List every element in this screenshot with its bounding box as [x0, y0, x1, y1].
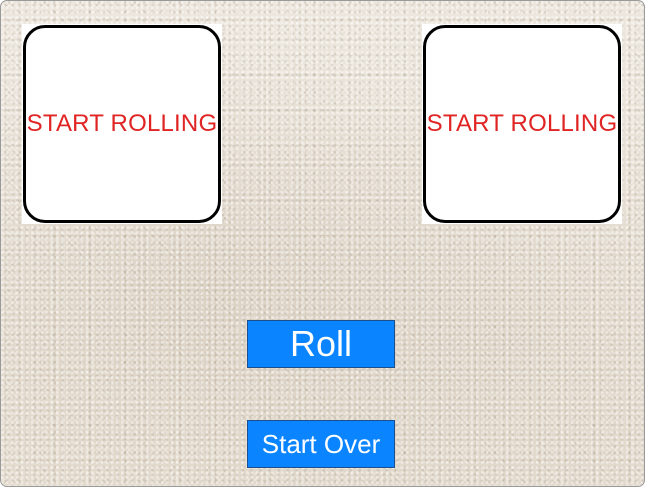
start-over-button[interactable]: Start Over	[247, 420, 395, 468]
left-die-label: START ROLLING	[26, 110, 218, 137]
roll-button-label: Roll	[289, 323, 352, 364]
right-die-frame: START ROLLING	[422, 24, 622, 224]
left-die: START ROLLING	[23, 25, 221, 223]
roll-button[interactable]: Roll	[247, 320, 395, 368]
right-die: START ROLLING	[423, 25, 621, 223]
game-window: START ROLLING START ROLLING Roll Start O…	[0, 0, 645, 487]
start-over-button-label: Start Over	[261, 428, 381, 459]
right-die-label: START ROLLING	[426, 110, 618, 137]
left-die-frame: START ROLLING	[22, 24, 222, 224]
